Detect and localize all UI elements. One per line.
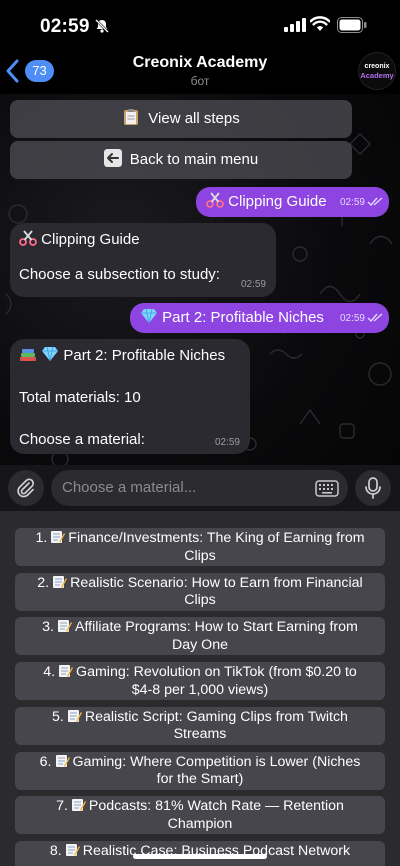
message-line: Part 2: Profitable Niches [19, 346, 225, 364]
option-title-cont: $4-8 per 1,000 views) [131, 681, 269, 698]
option-number: 8. [49, 842, 62, 859]
unread-count-badge: 73 [25, 60, 54, 82]
reply-option-3[interactable]: 3. Affiliate Programs: How to Start Earni… [15, 617, 385, 656]
message-heading: Clipping Guide [41, 231, 140, 248]
wifi-icon [310, 16, 330, 31]
message-time: 02:59 [240, 279, 266, 290]
home-indicator[interactable] [133, 854, 267, 859]
memo-icon [67, 709, 82, 722]
option-number: 5. [52, 708, 64, 725]
option-title: Gaming: Where Competition is Lower (Nich… [72, 753, 361, 770]
attach-button[interactable] [8, 470, 44, 506]
option-title: Finance/Investments: The King of Earning… [68, 530, 365, 546]
back-arrow-icon [103, 149, 122, 167]
option-number: 4. [43, 664, 56, 681]
option-number: 6. [39, 753, 52, 770]
back-to-main-menu-label: Back to main menu [129, 151, 259, 168]
microphone-button[interactable] [355, 470, 391, 506]
scissors-icon [19, 230, 37, 246]
message-body: Choose a material: [19, 431, 145, 448]
outgoing-message-text: Clipping Guide [228, 193, 327, 210]
memo-icon [65, 843, 80, 856]
reply-option-6[interactable]: 6. Gaming: Where Competition is Lower (Ni… [15, 751, 385, 790]
message-input-placeholder: Choose a material... [62, 479, 197, 496]
scissors-icon [206, 192, 224, 208]
reply-option-2[interactable]: 2. Realistic Scenario: How to Earn from F… [15, 572, 385, 611]
gem-icon [42, 346, 59, 362]
option-title-cont: Streams [173, 726, 227, 743]
message-time: 02:59 [214, 437, 240, 448]
option-title-cont: Clips [184, 547, 216, 564]
books-icon [20, 349, 36, 361]
back-button[interactable]: 73 [6, 58, 54, 84]
message-line: Clipping Guide [19, 230, 140, 248]
clipboard-icon [124, 109, 139, 125]
option-title: Gaming: Revolution on TikTok (from $0.20… [76, 664, 357, 681]
option-title: Realistic Scenario: How to Earn from Fin… [70, 574, 363, 591]
message-body: Total materials: 10 [19, 389, 141, 406]
reply-option-7[interactable]: 7. Podcasts: 81% Watch Rate — Retention Ch… [15, 796, 385, 835]
bell-muted-icon [95, 19, 109, 33]
message-heading: Part 2: Profitable Niches [63, 347, 226, 364]
option-title-cont: Clips [184, 592, 216, 609]
message-input[interactable]: Choose a material... [51, 470, 348, 506]
avatar[interactable]: creonix Academy [358, 52, 396, 90]
avatar-text-1: creonix [364, 63, 390, 70]
reply-option-5[interactable]: 5. Realistic Script: Gaming Clips from Tw… [15, 706, 385, 745]
option-title-cont: Champion [167, 815, 233, 832]
chat-subtitle: бот [190, 74, 210, 88]
memo-icon [71, 799, 86, 812]
memo-icon [59, 665, 74, 678]
avatar-text-2: Academy [360, 71, 394, 80]
memo-icon [55, 754, 70, 767]
gem-icon [141, 308, 157, 324]
chat-title[interactable]: Creonix Academy [100, 54, 300, 72]
reply-option-4[interactable]: 4. Gaming: Revolution on TikTok (from $0.… [15, 662, 385, 701]
incoming-message[interactable]: Clipping Guide Choose a subsection to st… [10, 223, 276, 297]
option-title: Affiliate Programs: How to Start Earning… [75, 619, 358, 636]
message-body: Choose a subsection to study: [19, 266, 220, 283]
view-all-steps-button[interactable]: View all steps [10, 100, 352, 138]
double-check-icon [367, 197, 383, 207]
status-time: 02:59 [40, 16, 90, 37]
chat-history[interactable]: View all steps Back to main menu Clippin… [0, 94, 400, 465]
memo-icon [58, 620, 73, 633]
memo-icon [51, 531, 66, 543]
outgoing-message-text: Part 2: Profitable Niches [162, 309, 324, 326]
option-title-cont: Day One [172, 636, 228, 653]
memo-icon [53, 575, 68, 588]
signal-icon [284, 18, 306, 32]
back-to-main-menu-button[interactable]: Back to main menu [10, 141, 352, 179]
option-number: 7. [56, 798, 68, 815]
microphone-icon [365, 477, 381, 499]
option-title: Podcasts: 81% Watch Rate — Retention [88, 798, 344, 815]
double-check-icon [367, 313, 383, 323]
keyboard-icon[interactable] [315, 480, 339, 497]
option-number: 2. [37, 574, 50, 591]
paperclip-icon [17, 478, 35, 498]
status-bar: 02:59 [0, 0, 400, 50]
outgoing-message[interactable]: Part 2: Profitable Niches 02:59 [130, 303, 389, 333]
chevron-left-icon [6, 59, 19, 83]
incoming-message[interactable]: Part 2: Profitable Niches Total material… [10, 339, 250, 454]
battery-icon [337, 17, 367, 33]
option-number: 1. [35, 530, 48, 546]
message-input-bar: Choose a material... [0, 465, 400, 511]
view-all-steps-label: View all steps [148, 110, 240, 127]
reply-option-1[interactable]: 1. Finance/Investments: The King of Earni… [15, 528, 385, 566]
option-number: 3. [42, 619, 55, 636]
message-time: 02:59 [339, 197, 365, 208]
chat-header: 73 Creonix Academy бот creonix Academy [0, 50, 400, 94]
outgoing-message[interactable]: Clipping Guide 02:59 [196, 187, 389, 217]
option-title-cont: for the Smart) [156, 771, 244, 787]
message-time: 02:59 [339, 313, 365, 324]
option-title: Realistic Script: Gaming Clips from Twit… [84, 708, 348, 725]
